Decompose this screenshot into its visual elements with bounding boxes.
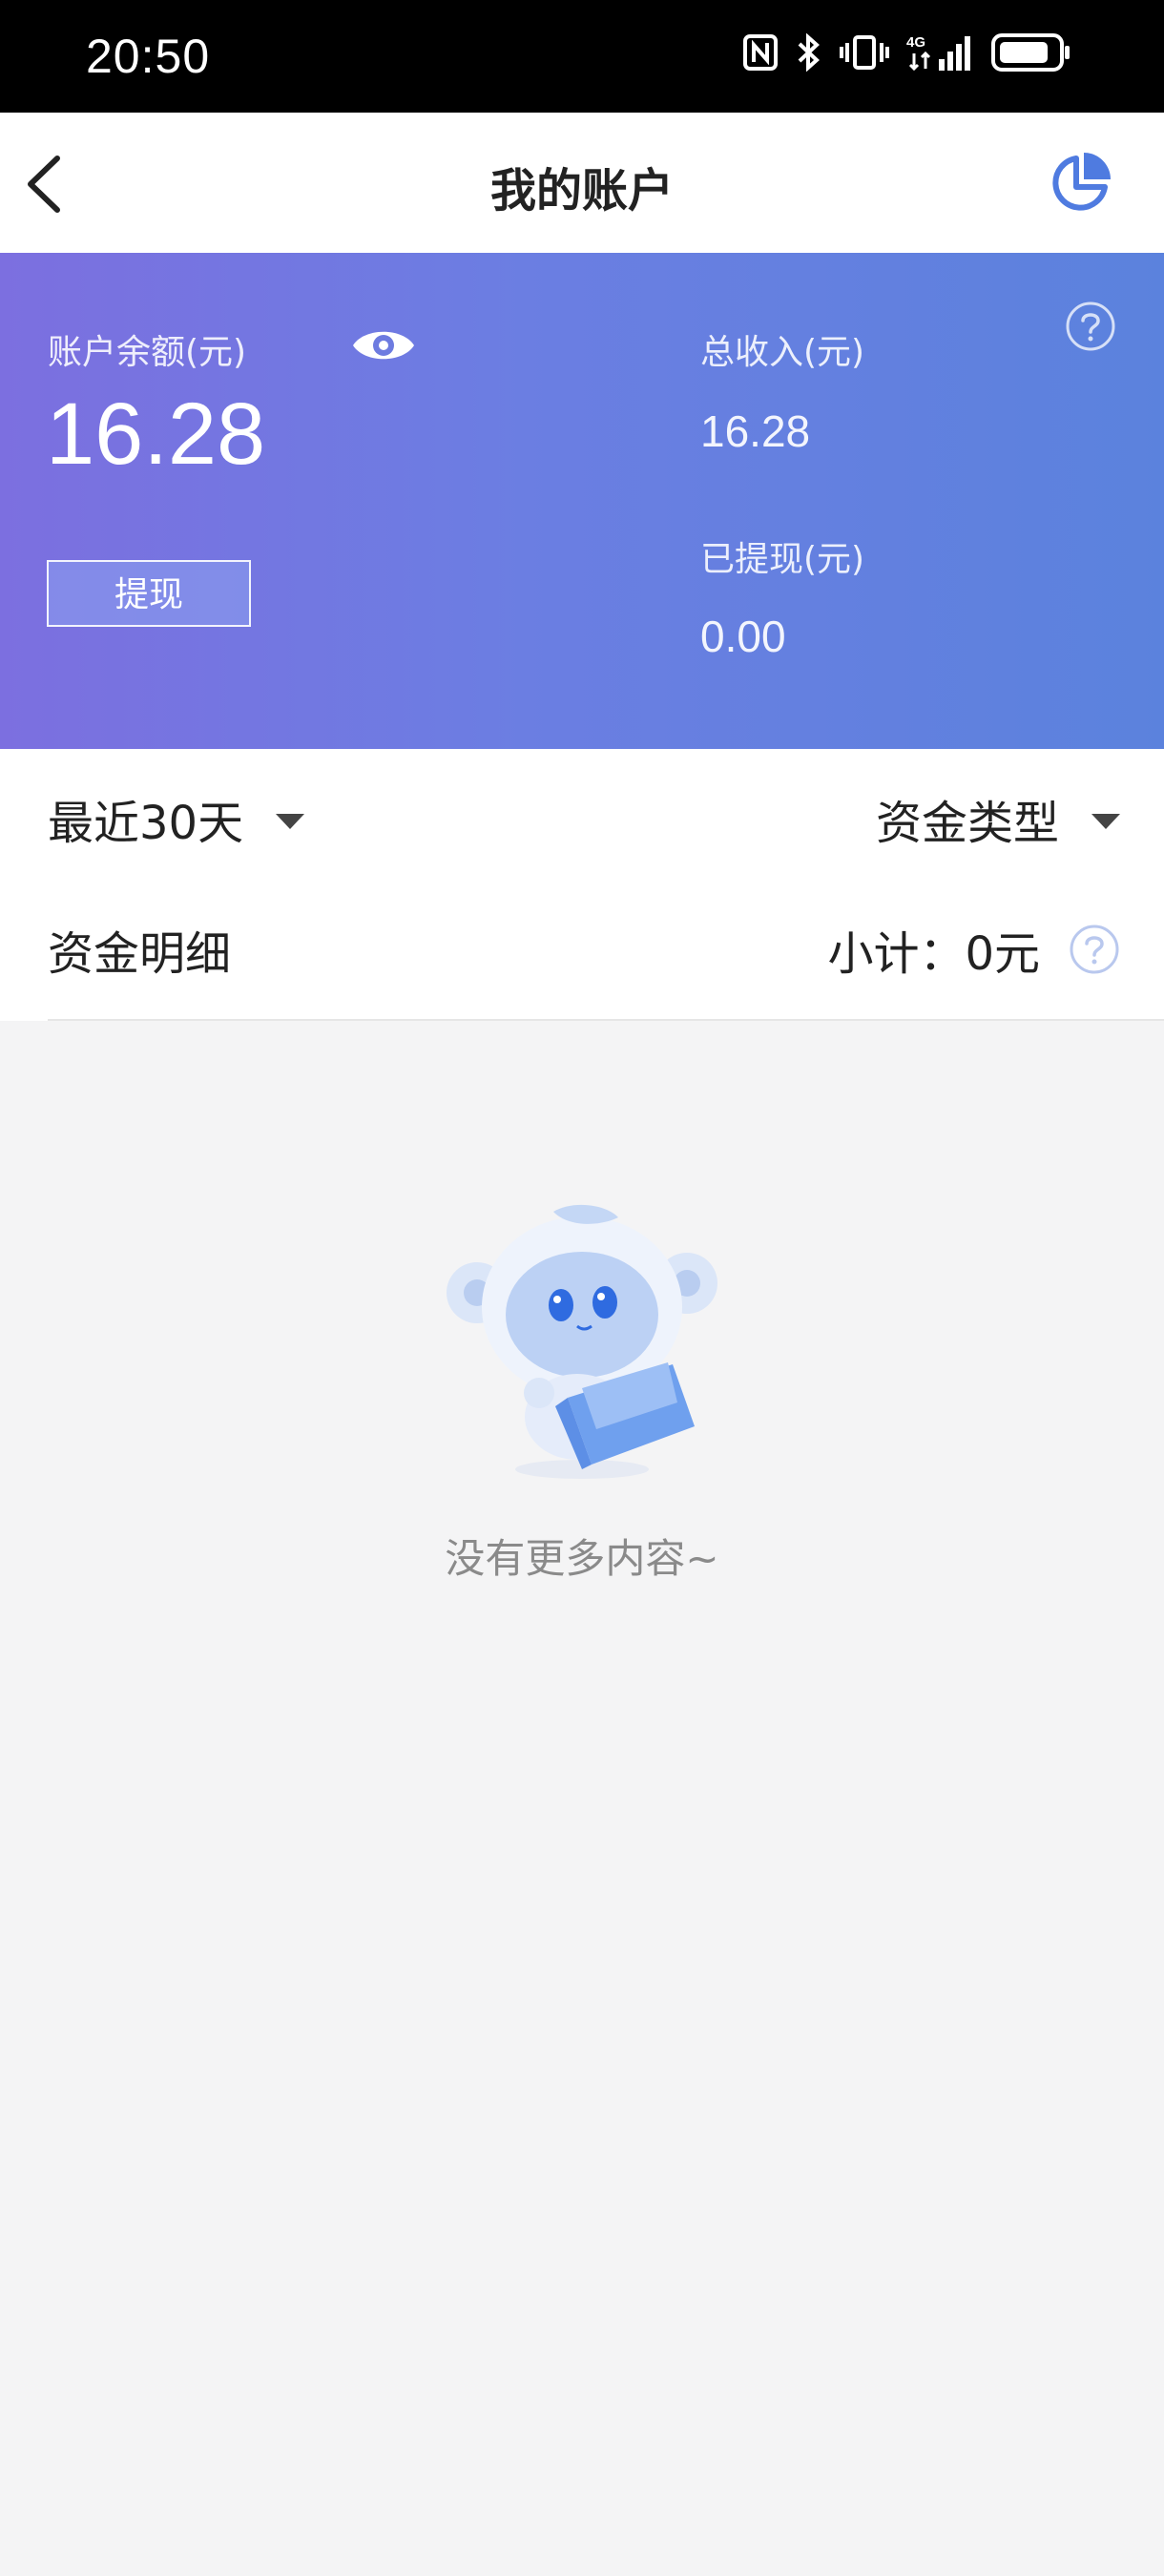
question-circle-icon: [1066, 301, 1115, 351]
fund-type-filter-dropdown[interactable]: 资金类型: [876, 785, 1120, 852]
balance-label: 账户余额(元): [48, 333, 247, 372]
fund-detail-header: 资金明细 小计：0元: [0, 887, 1164, 1021]
vibrate-icon: [840, 35, 889, 70]
total-income-label: 总收入(元): [700, 333, 865, 372]
subtotal-help-button[interactable]: [1069, 924, 1120, 975]
caret-down-icon: [1091, 814, 1120, 829]
eye-icon: [353, 331, 414, 360]
pie-chart-button[interactable]: [1046, 149, 1114, 218]
caret-down-icon: [276, 814, 305, 829]
top-nav-bar: 我的账户: [0, 113, 1164, 253]
fund-detail-title: 资金明细: [48, 927, 232, 981]
account-summary-card: 账户余额(元) 16.28 提现 总收入(元) 16.28 已提现(元) 0.0…: [0, 253, 1164, 749]
signal-4g-icon: 4G: [906, 34, 970, 72]
bluetooth-icon: [798, 33, 820, 72]
status-time: 20:50: [86, 30, 211, 83]
total-income-value: 16.28: [700, 406, 811, 456]
fund-type-filter-label: 资金类型: [875, 797, 1059, 850]
status-icons: 4G: [742, 32, 1072, 73]
filter-bar: 最近30天 资金类型: [0, 749, 1164, 887]
toggle-visibility-button[interactable]: [351, 322, 416, 369]
period-filter-label: 最近30天: [48, 797, 244, 850]
empty-state-monkey-illustration: [447, 1204, 717, 1479]
withdrawn-value: 0.00: [700, 612, 786, 661]
page-title: 我的账户: [489, 164, 674, 218]
nfc-icon: [743, 34, 778, 71]
help-button[interactable]: [1065, 301, 1116, 352]
balance-value: 16.28: [46, 385, 266, 483]
period-filter-dropdown[interactable]: 最近30天: [48, 785, 305, 852]
battery-icon: [991, 33, 1070, 72]
status-bar: 20:50 4G: [0, 0, 1164, 113]
empty-state-message: 没有更多内容~: [445, 1535, 719, 1582]
withdraw-button[interactable]: 提现: [47, 560, 251, 627]
network-label: 4G: [906, 34, 925, 51]
divider: [48, 1019, 1164, 1021]
question-circle-icon: [1070, 924, 1119, 974]
pie-chart-icon: [1052, 153, 1111, 211]
withdrawn-label: 已提现(元): [700, 540, 865, 579]
subtotal-text: 小计：0元: [827, 927, 1040, 981]
